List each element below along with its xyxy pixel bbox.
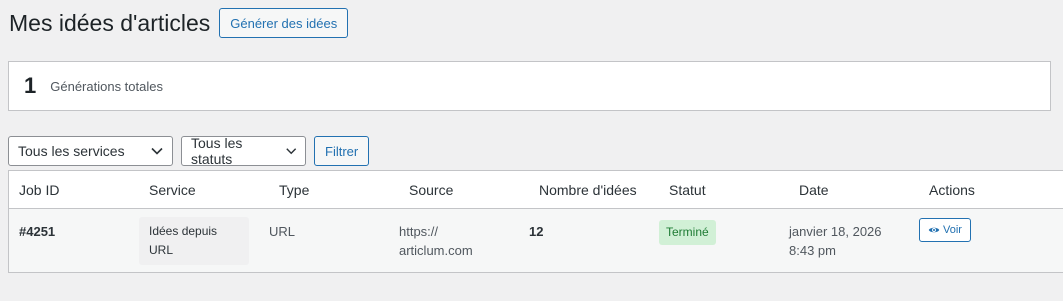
- service-badge: Idées depuis URL: [139, 217, 249, 265]
- status-select-value: Tous les statuts: [191, 135, 243, 167]
- header-status: Statut: [669, 181, 706, 198]
- header-actions: Actions: [929, 181, 975, 198]
- service-cell: Idées depuis URL: [139, 209, 269, 272]
- page-header: Mes idées d'articles Générer des idées: [9, 8, 349, 38]
- header-source: Source: [409, 181, 454, 198]
- ideas-count: 12: [529, 224, 544, 239]
- date-text: janvier 18, 2026 8:43 pm: [789, 224, 882, 258]
- chevron-down-icon: [151, 147, 163, 155]
- generate-ideas-button[interactable]: Générer des idées: [219, 8, 349, 38]
- view-button[interactable]: Voir: [919, 218, 971, 242]
- source-cell: https:// articlum.com: [399, 209, 529, 272]
- job-id: #4251: [19, 224, 56, 239]
- service-select-value: Tous les services: [18, 143, 125, 159]
- chevron-down-icon: [285, 148, 296, 155]
- actions-cell: Voir: [919, 209, 1044, 272]
- filter-button[interactable]: Filtrer: [314, 136, 370, 166]
- header-ideas-count: Nombre d'idées: [539, 181, 637, 198]
- status-select[interactable]: Tous les statuts: [181, 135, 306, 167]
- header-service: Service: [149, 181, 196, 198]
- source-text: https:// articlum.com: [399, 224, 473, 258]
- view-button-label: Voir: [943, 223, 962, 236]
- header-date: Date: [799, 181, 829, 198]
- status-cell: Terminé: [659, 209, 789, 272]
- stats-label: Générations totales: [50, 78, 163, 94]
- date-cell: janvier 18, 2026 8:43 pm: [789, 209, 919, 272]
- type-cell: URL: [269, 224, 296, 239]
- table-row: #4251 Idées depuis URL URL https:// arti…: [9, 209, 1063, 272]
- stats-card: 1 Générations totales: [8, 61, 1051, 111]
- eye-icon: [928, 227, 940, 233]
- page-title: Mes idées d'articles: [9, 10, 211, 36]
- stats-count: 1: [24, 73, 37, 98]
- service-select[interactable]: Tous les services: [8, 136, 173, 166]
- jobs-table: Job ID Service Type Source Nombre d'idée…: [8, 170, 1063, 273]
- filters-bar: Tous les services Tous les statuts Filtr…: [8, 135, 370, 167]
- status-badge: Terminé: [659, 220, 716, 245]
- header-job-id: Job ID: [19, 181, 60, 198]
- header-type: Type: [279, 181, 310, 198]
- table-header: Job ID Service Type Source Nombre d'idée…: [9, 171, 1063, 209]
